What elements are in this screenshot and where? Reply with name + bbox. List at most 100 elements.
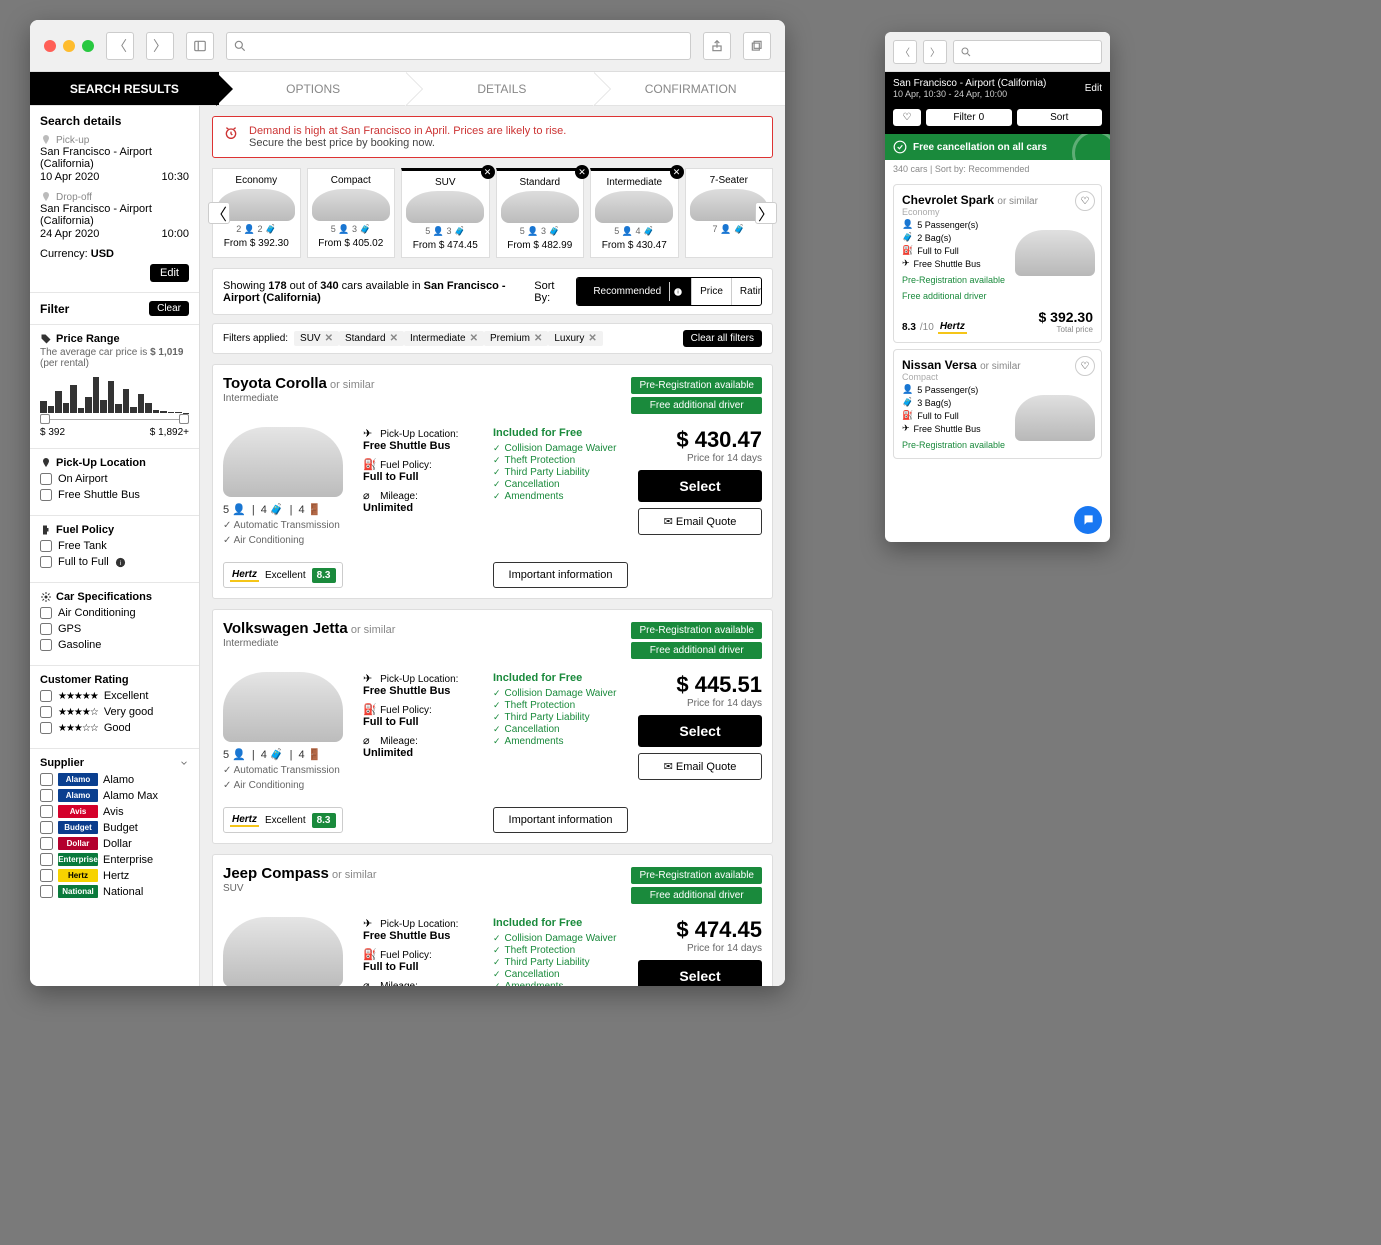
- checkbox[interactable]: [40, 706, 52, 718]
- edit-search-button[interactable]: Edit: [150, 264, 189, 282]
- checkbox[interactable]: [40, 639, 52, 651]
- back-button[interactable]: 〈: [106, 32, 134, 60]
- price-slider[interactable]: [40, 417, 189, 423]
- slider-max-handle[interactable]: [179, 414, 189, 424]
- select-button[interactable]: Select: [638, 960, 762, 986]
- supplier-option[interactable]: AlamoAlamo: [40, 773, 189, 786]
- checkbox[interactable]: [40, 607, 52, 619]
- select-button[interactable]: Select: [638, 470, 762, 502]
- step-confirmation[interactable]: CONFIRMATION: [596, 72, 785, 105]
- mobile-filter-button[interactable]: Filter 0: [926, 109, 1012, 126]
- mobile-result-card[interactable]: ♡Chevrolet Spark or similarEconomy👤 5 Pa…: [893, 184, 1102, 343]
- car-price: $ 445.51: [638, 672, 762, 698]
- remove-chip-button[interactable]: ✕: [325, 333, 333, 344]
- mobile-sort-button[interactable]: Sort: [1017, 109, 1103, 126]
- checkbox[interactable]: [40, 805, 53, 818]
- close-window-icon[interactable]: [44, 40, 56, 52]
- slider-min-handle[interactable]: [40, 414, 50, 424]
- car-spec-filter: Car Specifications Air ConditioningGPSGa…: [30, 583, 199, 666]
- filter-option[interactable]: Full to Full i: [40, 556, 189, 568]
- remove-category-button[interactable]: ✕: [575, 165, 589, 179]
- step-details[interactable]: DETAILS: [408, 72, 597, 105]
- tabs-button[interactable]: [743, 32, 771, 60]
- select-button[interactable]: Select: [638, 715, 762, 747]
- step-options[interactable]: OPTIONS: [219, 72, 408, 105]
- clear-filter-button[interactable]: Clear: [149, 301, 189, 316]
- maximize-window-icon[interactable]: [82, 40, 94, 52]
- important-info-button[interactable]: Important information: [493, 562, 628, 588]
- remove-chip-button[interactable]: ✕: [390, 333, 398, 344]
- category-card[interactable]: ✕Intermediate5 👤 4 🧳From $ 430.47: [590, 168, 679, 258]
- currency-label: Currency:: [40, 248, 88, 260]
- remove-chip-button[interactable]: ✕: [588, 333, 596, 344]
- category-card[interactable]: Compact5 👤 3 🧳From $ 405.02: [307, 168, 396, 258]
- remove-chip-button[interactable]: ✕: [470, 333, 478, 344]
- share-button[interactable]: [703, 32, 731, 60]
- checkbox[interactable]: [40, 540, 52, 552]
- chevron-down-icon[interactable]: [179, 758, 189, 768]
- filter-option[interactable]: Gasoline: [40, 639, 189, 651]
- mobile-edit-button[interactable]: Edit: [1085, 83, 1102, 94]
- checkbox[interactable]: [40, 837, 53, 850]
- supplier-option[interactable]: DollarDollar: [40, 837, 189, 850]
- mobile-url-bar[interactable]: [953, 40, 1102, 64]
- filter-option[interactable]: ★★★☆☆ Good: [40, 722, 189, 734]
- remove-category-button[interactable]: ✕: [481, 165, 495, 179]
- carousel-next-button[interactable]: 〉: [755, 202, 777, 224]
- url-bar[interactable]: [226, 32, 691, 60]
- sort-price[interactable]: Price: [692, 278, 732, 305]
- remove-category-button[interactable]: ✕: [670, 165, 684, 179]
- checkbox[interactable]: [40, 789, 53, 802]
- fuel-value: Full to Full: [363, 716, 419, 728]
- important-info-button[interactable]: Important information: [493, 807, 628, 833]
- price-subtext: Price for 14 days: [638, 943, 762, 954]
- email-quote-button[interactable]: ✉ Email Quote: [638, 508, 762, 535]
- sort-recommended[interactable]: Recommended i: [577, 278, 692, 305]
- mobile-favorites-button[interactable]: ♡: [893, 109, 921, 126]
- favorite-button[interactable]: ♡: [1075, 191, 1095, 211]
- email-quote-button[interactable]: ✉ Email Quote: [638, 753, 762, 780]
- mobile-result-card[interactable]: ♡Nissan Versa or similarCompact👤 5 Passe…: [893, 349, 1102, 459]
- filter-option[interactable]: ★★★★☆ Very good: [40, 706, 189, 718]
- supplier-option[interactable]: NationalNational: [40, 885, 189, 898]
- checkbox[interactable]: [40, 853, 53, 866]
- forward-button[interactable]: 〉: [146, 32, 174, 60]
- checkbox[interactable]: [40, 473, 52, 485]
- filter-option[interactable]: GPS: [40, 623, 189, 635]
- filter-option[interactable]: ★★★★★ Excellent: [40, 690, 189, 702]
- checkbox[interactable]: [40, 556, 52, 568]
- filter-option[interactable]: Free Tank: [40, 540, 189, 552]
- checkbox[interactable]: [40, 722, 52, 734]
- category-card[interactable]: ✕Standard5 👤 3 🧳From $ 482.99: [496, 168, 585, 258]
- filter-option[interactable]: Free Shuttle Bus: [40, 489, 189, 501]
- supplier-option[interactable]: BudgetBudget: [40, 821, 189, 834]
- mobile-back-button[interactable]: 〈: [893, 40, 917, 64]
- carousel-prev-button[interactable]: 〈: [208, 202, 230, 224]
- supplier-option[interactable]: AlamoAlamo Max: [40, 789, 189, 802]
- filter-option[interactable]: Air Conditioning: [40, 607, 189, 619]
- filter-option[interactable]: On Airport: [40, 473, 189, 485]
- checkbox[interactable]: [40, 489, 52, 501]
- supplier-option[interactable]: HertzHertz: [40, 869, 189, 882]
- info-icon[interactable]: i: [115, 557, 126, 568]
- sidebar-toggle-button[interactable]: [186, 32, 214, 60]
- checkbox[interactable]: [40, 869, 53, 882]
- minimize-window-icon[interactable]: [63, 40, 75, 52]
- checkbox[interactable]: [40, 690, 52, 702]
- mobile-forward-button[interactable]: 〉: [923, 40, 947, 64]
- favorite-button[interactable]: ♡: [1075, 356, 1095, 376]
- checkbox[interactable]: [40, 773, 53, 786]
- remove-chip-button[interactable]: ✕: [534, 333, 542, 344]
- supplier-option[interactable]: EnterpriseEnterprise: [40, 853, 189, 866]
- filter-chip: Luxury ✕: [548, 331, 602, 346]
- clear-all-filters-button[interactable]: Clear all filters: [683, 330, 762, 347]
- step-search-results[interactable]: SEARCH RESULTS: [30, 72, 219, 105]
- checkbox[interactable]: [40, 623, 52, 635]
- checkbox[interactable]: [40, 821, 53, 834]
- alert-line2: Secure the best price by booking now.: [249, 137, 566, 149]
- supplier-option[interactable]: AvisAvis: [40, 805, 189, 818]
- category-card[interactable]: ✕SUV5 👤 3 🧳From $ 474.45: [401, 168, 490, 258]
- sort-rating[interactable]: Rating: [732, 278, 762, 305]
- chat-fab[interactable]: [1074, 506, 1102, 534]
- checkbox[interactable]: [40, 885, 53, 898]
